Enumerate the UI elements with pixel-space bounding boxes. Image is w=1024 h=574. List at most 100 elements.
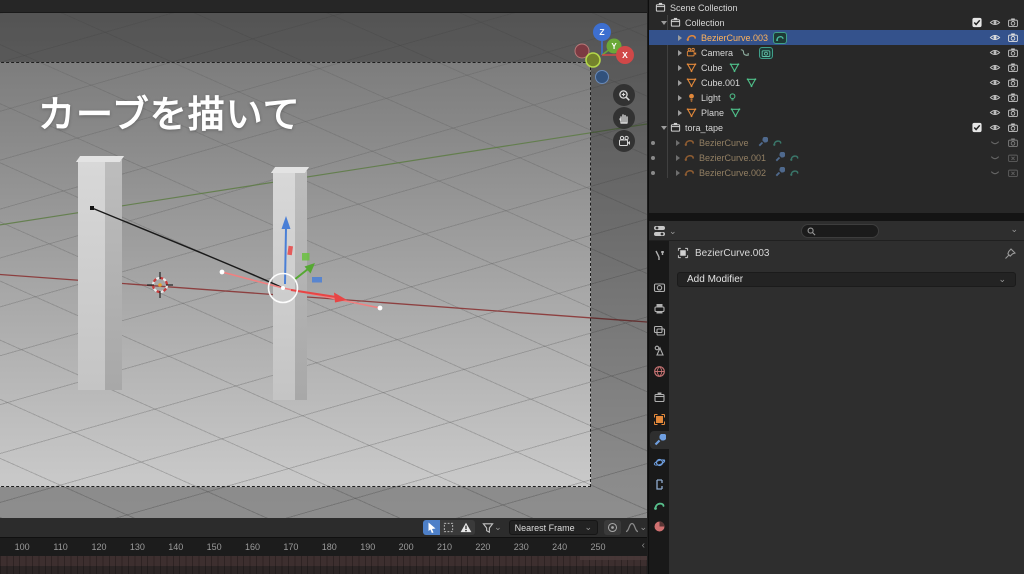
light-data-badge[interactable] [726, 92, 739, 104]
chevron-down-icon: ⌄ [494, 522, 502, 532]
disclosure-closed-icon[interactable] [675, 33, 684, 42]
hand-icon [619, 114, 628, 124]
outliner-row-beziercurve-002[interactable]: BezierCurve.002 [649, 165, 1024, 180]
outliner-row-scene-collection[interactable]: Scene Collection [649, 0, 1024, 15]
hide-eye-toggle[interactable] [989, 47, 1001, 58]
axis-x-label: X [622, 50, 628, 60]
collection-checkbox[interactable] [971, 17, 983, 28]
search-input[interactable] [816, 226, 872, 236]
camera-data-badge[interactable] [759, 46, 774, 59]
disclosure-closed-icon[interactable] [673, 153, 682, 162]
disclosure-closed-icon[interactable] [675, 48, 684, 57]
properties-tab-collection[interactable] [650, 388, 669, 406]
hide-eye-toggle-closed[interactable] [989, 152, 1001, 163]
row-dot [651, 140, 655, 145]
chevron-down-icon[interactable]: ⌄ [1010, 225, 1018, 234]
falloff-curve-icon [626, 522, 639, 533]
hide-eye-toggle[interactable] [989, 32, 1001, 43]
disclosure-closed-icon[interactable] [675, 108, 684, 117]
disclosure-open-icon[interactable] [659, 18, 668, 27]
breadcrumb: BezierCurve.003 [677, 247, 769, 259]
properties-tab-world[interactable] [650, 362, 669, 380]
select-tool-button[interactable] [422, 520, 441, 535]
hide-eye-toggle-closed[interactable] [989, 137, 1001, 148]
nav-axis-gizmo[interactable]: Z Y X [572, 18, 636, 84]
disclosure-closed-icon[interactable] [675, 63, 684, 72]
disclosure-closed-icon[interactable] [673, 168, 682, 177]
render-disabled-toggle[interactable] [1007, 152, 1019, 163]
zoom-button[interactable] [613, 84, 635, 106]
axis-neg-y-ball[interactable] [585, 52, 601, 68]
outliner-row-plane[interactable]: Plane [649, 105, 1024, 120]
outliner-row-tora-tape[interactable]: tora_tape [649, 120, 1024, 135]
render-visibility-toggle[interactable] [1007, 62, 1019, 73]
pin-icon[interactable] [1004, 248, 1016, 260]
properties-tab-material[interactable] [650, 517, 669, 535]
properties-tab-output[interactable] [650, 299, 669, 317]
warning-icon [460, 522, 472, 533]
properties-tab-object-data[interactable] [650, 496, 669, 514]
row-dot [651, 155, 655, 160]
camera-view-button[interactable] [613, 130, 635, 152]
collection-checkbox[interactable] [971, 122, 983, 133]
mesh-data-badge[interactable] [728, 62, 741, 74]
filter-button[interactable]: ⌄ [482, 522, 502, 534]
snap-mode-dropdown[interactable]: Nearest Frame ⌄ [508, 520, 599, 535]
properties-tab-physics[interactable] [650, 453, 669, 471]
add-modifier-button[interactable]: Add Modifier ⌄ [677, 272, 1016, 287]
render-disabled-toggle[interactable] [1007, 167, 1019, 178]
hide-eye-toggle[interactable] [989, 17, 1001, 28]
scroll-arrow-icon[interactable]: ‹ [642, 540, 645, 551]
outliner-row-light[interactable]: Light [649, 90, 1024, 105]
properties-tab-object[interactable] [650, 410, 669, 428]
disclosure-closed-icon[interactable] [675, 93, 684, 102]
disclosure-closed-icon[interactable] [675, 78, 684, 87]
outliner-row-beziercurve[interactable]: BezierCurve [649, 135, 1024, 150]
render-visibility-toggle[interactable] [1007, 77, 1019, 88]
outliner-row-camera[interactable]: Camera [649, 45, 1024, 60]
hide-eye-toggle-closed[interactable] [989, 167, 1001, 178]
outliner: Scene Collection Collection BezierCurve.… [649, 0, 1024, 213]
hide-eye-toggle[interactable] [989, 122, 1001, 133]
box-select-button[interactable] [440, 520, 458, 535]
properties-search[interactable] [801, 224, 879, 238]
frame-ruler[interactable]: 100 110 120 130 140 150 160 170 180 190 200 210 220 2… [0, 538, 647, 556]
render-visibility-toggle[interactable] [1007, 107, 1019, 118]
hide-eye-toggle[interactable] [989, 77, 1001, 88]
outliner-row-beziercurve-001[interactable]: BezierCurve.001 [649, 150, 1024, 165]
render-visibility-toggle[interactable] [1007, 92, 1019, 103]
properties-tab-tool[interactable] [650, 246, 669, 264]
editor-type-button[interactable]: ⌄ [653, 224, 677, 238]
warning-button[interactable] [457, 520, 476, 535]
disclosure-closed-icon[interactable] [673, 138, 682, 147]
search-icon [807, 227, 816, 235]
mesh-data-badge[interactable] [729, 107, 742, 119]
hide-eye-toggle[interactable] [989, 107, 1001, 118]
render-visibility-toggle[interactable] [1007, 17, 1019, 28]
render-visibility-toggle[interactable] [1007, 32, 1019, 43]
viewport-3d[interactable]: カーブを描いて Z Y X [0, 0, 647, 518]
row-label: Scene Collection [670, 2, 738, 13]
proportional-editing-toggle[interactable] [604, 520, 622, 535]
render-visibility-toggle[interactable] [1007, 47, 1019, 58]
hide-eye-toggle[interactable] [989, 92, 1001, 103]
curve-data-badge[interactable] [773, 31, 788, 44]
properties-tab-view-layer[interactable] [650, 320, 669, 338]
outliner-row-cube[interactable]: Cube [649, 60, 1024, 75]
disclosure-open-icon[interactable] [659, 123, 668, 132]
chevron-down-icon: ⌄ [584, 522, 593, 532]
falloff-dropdown[interactable]: ⌄ [625, 522, 647, 533]
outliner-row-beziercurve-003[interactable]: BezierCurve.003 [649, 30, 1024, 45]
properties-tab-modifiers[interactable] [650, 431, 669, 449]
axis-neg-z-ball[interactable] [595, 70, 609, 84]
properties-tab-scene[interactable] [650, 341, 669, 359]
outliner-row-collection[interactable]: Collection [649, 15, 1024, 30]
properties-tab-render[interactable] [650, 278, 669, 296]
mesh-data-badge[interactable] [745, 77, 758, 89]
properties-tab-constraints[interactable] [650, 475, 669, 493]
outliner-row-cube-001[interactable]: Cube.001 [649, 75, 1024, 90]
render-visibility-toggle[interactable] [1007, 122, 1019, 133]
render-visibility-toggle[interactable] [1007, 137, 1019, 148]
pan-button[interactable] [613, 107, 635, 129]
hide-eye-toggle[interactable] [989, 62, 1001, 73]
